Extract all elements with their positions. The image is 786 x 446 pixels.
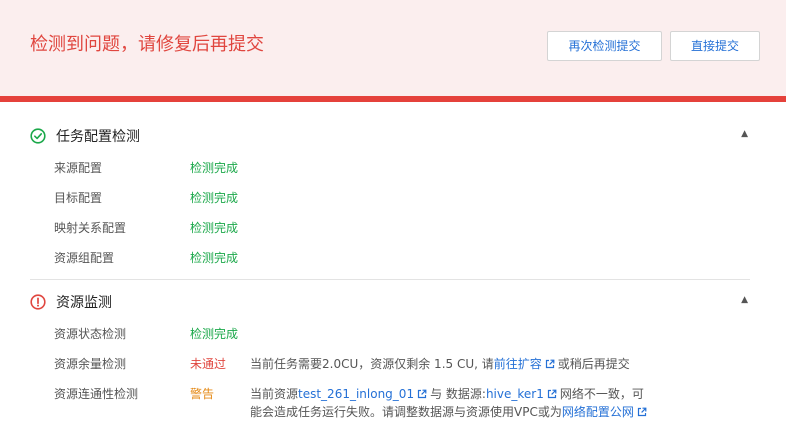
section-title-resource: 资源监测 <box>56 295 112 311</box>
status-badge: 检测完成 <box>190 161 239 175</box>
section-divider <box>30 279 750 280</box>
external-link-icon[interactable] <box>637 407 647 417</box>
status-badge: 检测完成 <box>190 221 239 235</box>
expand-capacity-link[interactable]: 前往扩容 <box>494 357 542 371</box>
direct-submit-button[interactable]: 直接提交 <box>670 31 760 61</box>
banner-title: 检测到问题，请修复后再提交 <box>30 34 264 55</box>
collapse-caret-icon[interactable]: ▲ <box>741 295 748 305</box>
error-banner: 检测到问题，请修复后再提交 再次检测提交 直接提交 <box>0 0 786 96</box>
resource-link[interactable]: test_261_inlong_01 <box>298 387 414 401</box>
status-badge: 检测完成 <box>190 251 239 265</box>
external-link-icon[interactable] <box>547 389 557 399</box>
check-label: 资源组配置 <box>54 251 115 265</box>
network-config-link[interactable]: 网络配置公网 <box>562 405 634 419</box>
section-header-task-config[interactable]: 任务配置检测 <box>30 126 140 146</box>
section-title-task-config: 任务配置检测 <box>56 129 140 145</box>
message-text: 当前资源 <box>250 387 299 401</box>
message-text: 当前任务需要2.0CU，资源仅剩余 1.5 CU, 请 <box>250 357 494 371</box>
check-label: 来源配置 <box>54 161 103 175</box>
check-label: 资源连通性检测 <box>54 387 139 401</box>
status-badge: 未通过 <box>190 357 227 371</box>
datasource-link[interactable]: hive_ker1 <box>486 387 544 401</box>
message-text: 与 数据源: <box>430 387 486 401</box>
collapse-caret-icon[interactable]: ▲ <box>741 129 748 139</box>
external-link-icon[interactable] <box>545 359 555 369</box>
check-label: 映射关系配置 <box>54 221 127 235</box>
message-text: 或稍后再提交 <box>557 357 630 371</box>
section-header-resource[interactable]: 资源监测 <box>30 292 112 312</box>
check-label: 资源余量检测 <box>54 357 127 371</box>
check-circle-icon <box>30 128 46 144</box>
status-badge: 警告 <box>190 387 215 401</box>
check-label: 资源状态检测 <box>54 327 127 341</box>
check-message: 当前资源test_261_inlong_01 与 数据源:hive_ker1 网络不… <box>250 385 652 421</box>
check-label: 目标配置 <box>54 191 103 205</box>
status-badge: 检测完成 <box>190 191 239 205</box>
external-link-icon[interactable] <box>417 389 427 399</box>
check-message: 当前任务需要2.0CU，资源仅剩余 1.5 CU, 请前往扩容 或稍后再提交 <box>250 355 670 373</box>
recheck-submit-button[interactable]: 再次检测提交 <box>547 31 662 61</box>
banner-accent-bar <box>0 96 786 102</box>
status-badge: 检测完成 <box>190 327 239 341</box>
warning-circle-icon <box>30 294 46 310</box>
